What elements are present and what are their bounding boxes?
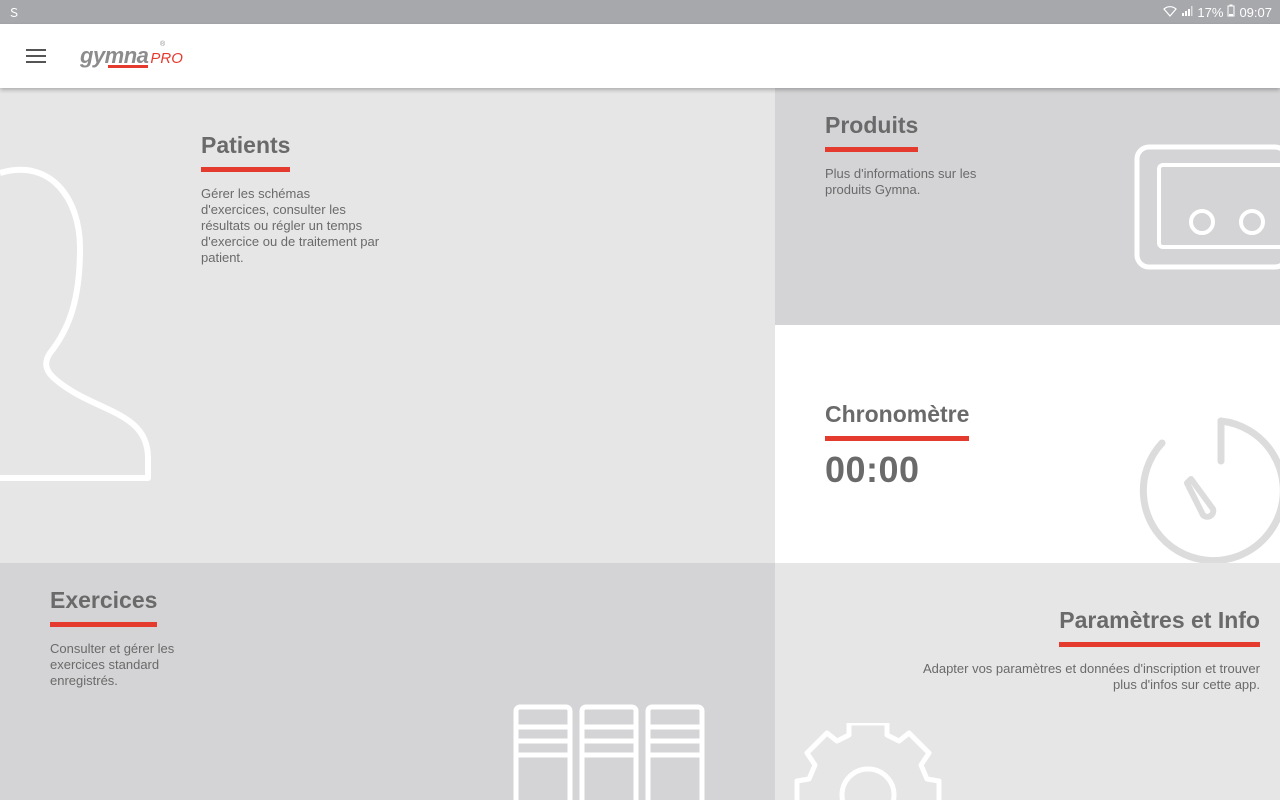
patients-description: Gérer les schémas d'exercices, consulter… [201,186,380,265]
tile-produits[interactable]: Produits Plus d'informations sur les pro… [775,88,1280,325]
device-icon [1134,144,1280,270]
chronometre-content: Chronomètre 00:00 [825,401,970,491]
logo-registered-mark: ® [160,41,166,48]
menu-button[interactable] [0,24,72,88]
logo-brand: gymna [80,43,149,68]
tile-patients[interactable]: Patients Gérer les schémas d'exercices, … [0,88,775,563]
parametres-content: Paramètres et Info Adapter vos paramètre… [920,607,1260,693]
chronometre-time: 00:00 [825,449,920,490]
signal-icon [1181,5,1193,20]
chronometre-title: Chronomètre [825,401,970,441]
patients-content: Patients Gérer les schémas d'exercices, … [201,132,381,266]
battery-icon [1227,4,1235,20]
binders-icon [513,704,705,800]
gymna-pro-logo: gymna ® PRO [80,41,183,69]
gear-icon [794,723,942,800]
stopwatch-icon [1139,417,1280,563]
patients-title: Patients [201,132,291,172]
app-bar: gymna ® PRO [0,24,1280,88]
s-app-icon: Ｓ [8,5,21,20]
exercices-description: Consulter et gérer les exercices standar… [50,641,175,688]
produits-title: Produits [825,112,919,152]
logo-suffix: PRO [150,50,183,67]
produits-content: Produits Plus d'informations sur les pro… [825,112,1005,198]
status-bar: Ｓ 17% 09:07 [0,0,1280,24]
tile-exercices[interactable]: Exercices Consulter et gérer les exercic… [0,563,775,800]
hamburger-menu-icon [26,49,46,63]
produits-description: Plus d'informations sur les produits Gym… [825,166,977,197]
exercices-title: Exercices [50,587,158,627]
person-silhouette-icon [0,166,151,481]
tile-parametres-info[interactable]: Paramètres et Info Adapter vos paramètre… [775,563,1280,800]
exercices-content: Exercices Consulter et gérer les exercic… [50,587,200,689]
clock: 09:07 [1239,4,1272,20]
battery-percent: 17% [1197,4,1224,20]
wifi-icon [1163,5,1178,20]
parametres-title: Paramètres et Info [1059,607,1260,647]
parametres-description: Adapter vos paramètres et données d'insc… [922,661,1260,692]
tile-chronometre[interactable]: Chronomètre 00:00 [775,325,1280,563]
